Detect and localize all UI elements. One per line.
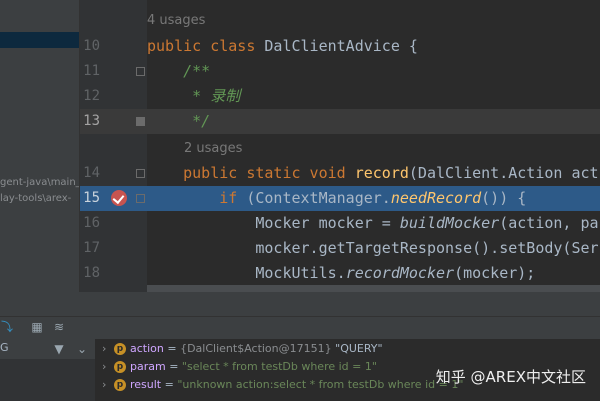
parameter-icon: p xyxy=(114,343,126,355)
line-number: 18 xyxy=(83,265,100,281)
step-icon[interactable]: ⤵ xyxy=(0,320,14,334)
code-text: Mocker mocker = buildMocker(action, pa xyxy=(147,214,599,232)
code-line-14[interactable]: 14 public static void record(DalClient.A… xyxy=(80,161,600,186)
fold-icon[interactable] xyxy=(136,67,145,76)
parameter-icon: p xyxy=(114,379,126,391)
line-number: 15 xyxy=(83,190,100,206)
variable-row-param[interactable]: › p param = "select * from testDb where id… xyxy=(102,358,377,376)
project-tree-panel: gent-java\main_ lay-tools\arex- xyxy=(0,0,79,292)
code-text: MockUtils.recordMocker(mocker); xyxy=(147,264,536,282)
project-path-2[interactable]: lay-tools\arex- xyxy=(0,193,71,204)
table-view-icon[interactable]: ▦ xyxy=(30,320,44,334)
parameter-icon: p xyxy=(114,361,126,373)
usages-hint-method[interactable]: 2 usages xyxy=(184,136,242,161)
code-text: public static void record(DalClient.Acti… xyxy=(147,164,599,182)
filter-icon[interactable]: ▼ xyxy=(52,342,66,356)
fold-end-icon[interactable] xyxy=(136,117,145,126)
expand-icon[interactable]: › xyxy=(102,376,114,394)
code-line-15-breakpoint[interactable]: 15 if (ContextManager.needRecord()) { xyxy=(80,186,600,211)
code-line-10[interactable]: 10 public class DalClientAdvice { xyxy=(80,34,600,59)
line-number: 14 xyxy=(83,165,100,181)
code-editor[interactable]: 4 usages 10 public class DalClientAdvice… xyxy=(80,0,600,292)
fold-icon[interactable] xyxy=(136,194,145,203)
code-text: public class DalClientAdvice { xyxy=(147,37,418,55)
settings-icon[interactable]: ≋ xyxy=(52,320,66,334)
code-text: */ xyxy=(147,112,211,130)
line-number: 12 xyxy=(83,88,100,104)
code-text: * 录制 xyxy=(147,87,241,105)
watermark: 知乎 @AREX中文社区 xyxy=(435,368,586,386)
fold-icon[interactable] xyxy=(136,169,145,178)
code-text: if (ContextManager.needRecord()) { xyxy=(147,189,527,207)
line-number: 16 xyxy=(83,215,100,231)
line-number: 11 xyxy=(83,63,100,79)
line-number: 13 xyxy=(83,113,100,129)
expand-icon[interactable]: › xyxy=(102,340,114,358)
debug-tab-bar xyxy=(0,292,600,317)
expand-icon[interactable]: › xyxy=(102,358,114,376)
project-path-1[interactable]: gent-java\main_ xyxy=(0,177,79,188)
line-number: 10 xyxy=(83,38,100,54)
horizontal-scrollbar[interactable] xyxy=(147,285,600,292)
debug-toolbar: ⤵ ▦ ≋ xyxy=(0,317,600,339)
frames-panel: G ▼ ⌄ xyxy=(0,339,95,401)
variable-row-action[interactable]: › p action = {DalClient$Action@17151} "QUE… xyxy=(102,340,383,358)
line-number: 17 xyxy=(83,240,100,256)
code-line-16[interactable]: 16 Mocker mocker = buildMocker(action, p… xyxy=(80,211,600,236)
code-line-18[interactable]: 18 MockUtils.recordMocker(mocker); xyxy=(80,261,600,286)
code-text: mocker.getTargetResponse().setBody(Ser xyxy=(147,239,599,257)
chevron-down-icon[interactable]: ⌄ xyxy=(75,342,89,356)
code-text: /** xyxy=(147,62,211,80)
code-line-12[interactable]: 12 * 录制 xyxy=(80,84,600,109)
code-line-11[interactable]: 11 /** xyxy=(80,59,600,84)
variable-row-result[interactable]: › p result = "unknown action:select * from… xyxy=(102,376,463,394)
usages-hint-class[interactable]: 4 usages xyxy=(147,8,205,33)
breakpoint-check-icon[interactable] xyxy=(111,190,127,206)
code-line-17[interactable]: 17 mocker.getTargetResponse().setBody(Se… xyxy=(80,236,600,261)
frames-label: G xyxy=(0,341,9,354)
project-tree-selected-row[interactable] xyxy=(0,32,79,48)
code-line-13[interactable]: 13 */ xyxy=(80,109,600,134)
